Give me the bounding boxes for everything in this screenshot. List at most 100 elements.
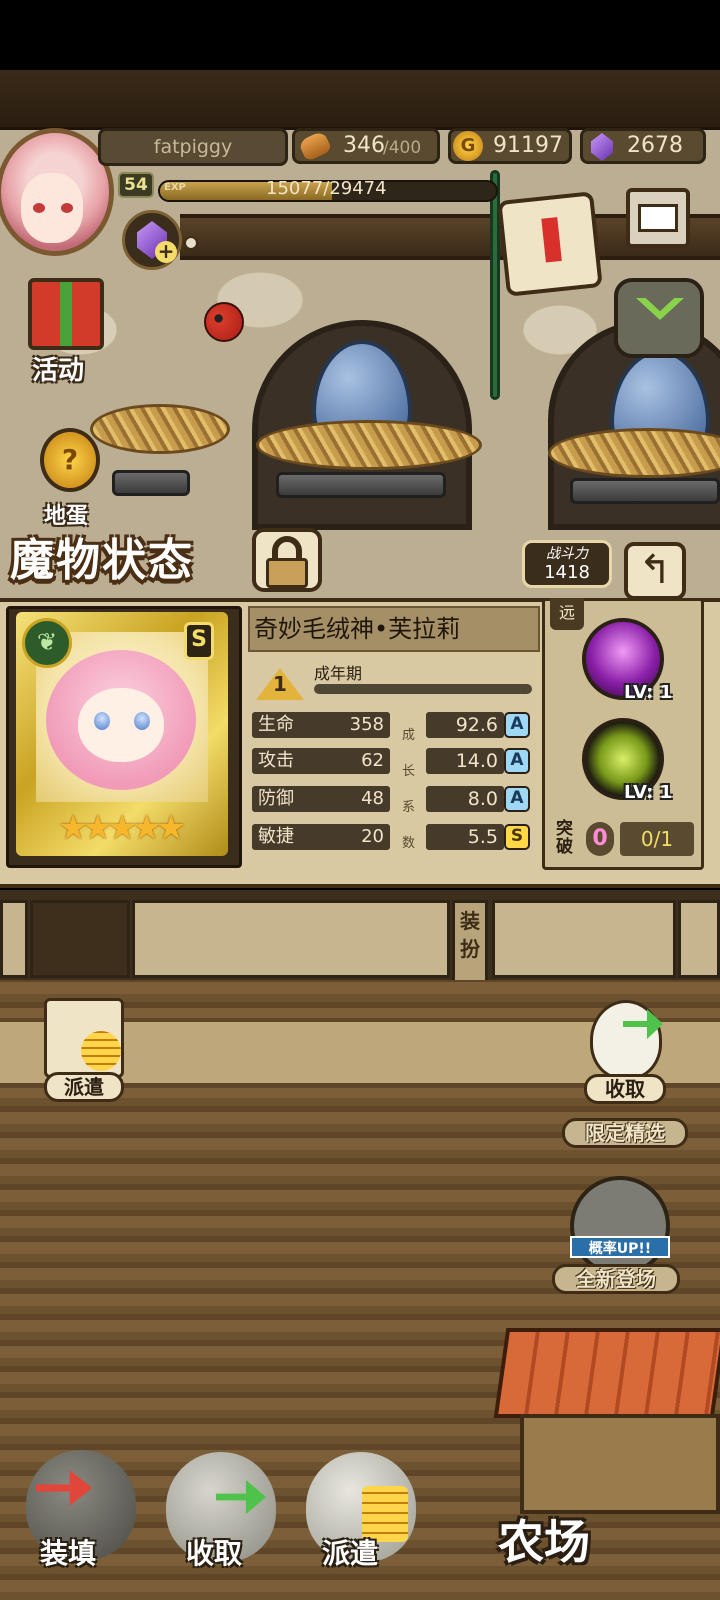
purple-gem-icon (591, 133, 613, 161)
envelope-icon (638, 204, 678, 232)
load-button[interactable]: 装填 (40, 1532, 96, 1572)
stat-value: 20 (361, 826, 384, 847)
barn-building[interactable] (520, 1414, 720, 1514)
grade-badge: A (504, 786, 530, 812)
equip-slot[interactable] (678, 900, 720, 978)
back-button[interactable]: ↰ (624, 542, 686, 600)
growth-char: 系 (402, 800, 416, 815)
growth-defense: 8.0 (426, 786, 504, 812)
gold-counter: G 91197 (448, 128, 572, 164)
backpack-button[interactable] (614, 278, 704, 358)
dot-indicator (184, 236, 198, 250)
breakthrough-progress[interactable]: 0/1 (620, 822, 694, 856)
return-arrow-icon: ↰ (638, 547, 672, 593)
activity-label: 活动 (32, 356, 85, 386)
stat-label: 攻击 (258, 750, 294, 771)
gold-coin-icon: G (453, 131, 483, 161)
bread-counter: 346 /400 (292, 128, 440, 164)
stat-value: 358 (349, 714, 384, 735)
exclamation-icon (541, 217, 562, 263)
collect-button[interactable]: 收取 (186, 1532, 242, 1572)
stage-badge: 1 (256, 662, 304, 702)
growth-char: 长 (402, 764, 416, 779)
egg-shop-button[interactable]: ? 地蛋 (10, 418, 120, 529)
dress-up-tab[interactable]: 装扮 (452, 900, 488, 990)
bread-icon (297, 130, 333, 162)
stat-agility: 敏捷 20 (252, 824, 390, 850)
coin-stack-icon (81, 1031, 121, 1071)
stat-label: 敏捷 (258, 826, 294, 847)
activity-button[interactable]: 活动 (10, 272, 120, 386)
star-rating: ★★★★★ (58, 808, 186, 848)
grade-badge: S (504, 824, 530, 850)
breakthrough-label: 突破 (556, 819, 573, 857)
stat-defense: 防御 48 (252, 786, 390, 812)
growth-char: 成 (402, 728, 416, 743)
nest-middle (256, 420, 482, 470)
collect-egg-icon (590, 1000, 663, 1080)
red-arrow-icon (36, 1470, 92, 1506)
new-arrival-button[interactable]: 全新登场 (552, 1264, 680, 1294)
stage-number: 1 (273, 672, 287, 696)
limited-selection-button[interactable]: 限定精选 (562, 1118, 688, 1148)
player-name: fatpiggy (98, 128, 288, 166)
farm-button[interactable]: 农场 (498, 1506, 590, 1572)
nest-progress-right (570, 478, 720, 504)
stat-label: 生命 (258, 714, 294, 735)
equip-slot[interactable] (132, 900, 450, 978)
rank-badge: S (184, 622, 214, 660)
ceiling-beam (0, 70, 720, 130)
monster-eye-left (94, 712, 110, 730)
gem-counter: 2678 (580, 128, 706, 164)
monster-face (78, 688, 164, 762)
gold-egg-icon: ? (40, 428, 100, 492)
quest-scroll-button[interactable] (497, 191, 603, 297)
equip-slot[interactable] (30, 900, 130, 978)
lock-button[interactable] (252, 528, 322, 592)
leaf-icon: ❦ (22, 618, 72, 668)
stat-value: 62 (361, 750, 384, 771)
grade-badge: A (504, 712, 530, 738)
dispatch-side-label: 派遣 (44, 1072, 124, 1102)
equip-slot[interactable] (492, 900, 676, 978)
mail-button[interactable] (626, 188, 690, 248)
gift-box-icon (28, 278, 104, 350)
growth-char: 数 (402, 836, 416, 851)
stage-progress-bar (314, 684, 532, 694)
growth-attack: 14.0 (426, 748, 504, 774)
equip-slot[interactable] (0, 900, 28, 978)
grade-badge: A (504, 748, 530, 774)
bread-current: 346 (343, 133, 385, 158)
probability-up-tag: 概率UP!! (570, 1236, 670, 1258)
stage-label: 成年期 (314, 664, 363, 683)
combat-power-value: 1418 (544, 562, 590, 583)
skill-2-level: LV: 1 (624, 782, 673, 803)
stat-label: 防御 (258, 788, 294, 809)
ladybug-icon (204, 302, 244, 342)
nest-progress-left (112, 470, 190, 496)
plus-icon: + (155, 241, 177, 263)
barn-roof (493, 1328, 720, 1418)
growth-agility: 5.5 (426, 824, 504, 850)
monster-name: 奇妙毛绒神•芙拉莉 (248, 606, 540, 652)
gold-value: 91197 (493, 133, 563, 158)
new-monster-banner-icon (570, 1176, 670, 1276)
monster-status-title: 魔物状态 (10, 535, 194, 586)
player-avatar[interactable] (0, 128, 114, 256)
bread-max: /400 (383, 138, 422, 158)
dispatch-side-button[interactable] (44, 998, 124, 1078)
collect-side-button[interactable]: 收取 (584, 1074, 666, 1104)
monster-eye-right (134, 712, 150, 730)
combat-power-label: 战斗力 (546, 546, 588, 562)
dispatch-button[interactable]: 派遣 (322, 1532, 378, 1572)
buy-gems-button[interactable]: + (122, 210, 182, 270)
growth-hp: 92.6 (426, 712, 504, 738)
green-arrow-icon (216, 1480, 266, 1514)
lock-icon (266, 558, 308, 588)
gem-value: 2678 (627, 133, 683, 158)
nest-progress-middle (276, 472, 446, 498)
stat-attack: 攻击 62 (252, 748, 390, 774)
breakthrough-count: 0 (586, 822, 614, 856)
combat-power-box: 战斗力 1418 (522, 540, 612, 588)
stat-hp: 生命 358 (252, 712, 390, 738)
